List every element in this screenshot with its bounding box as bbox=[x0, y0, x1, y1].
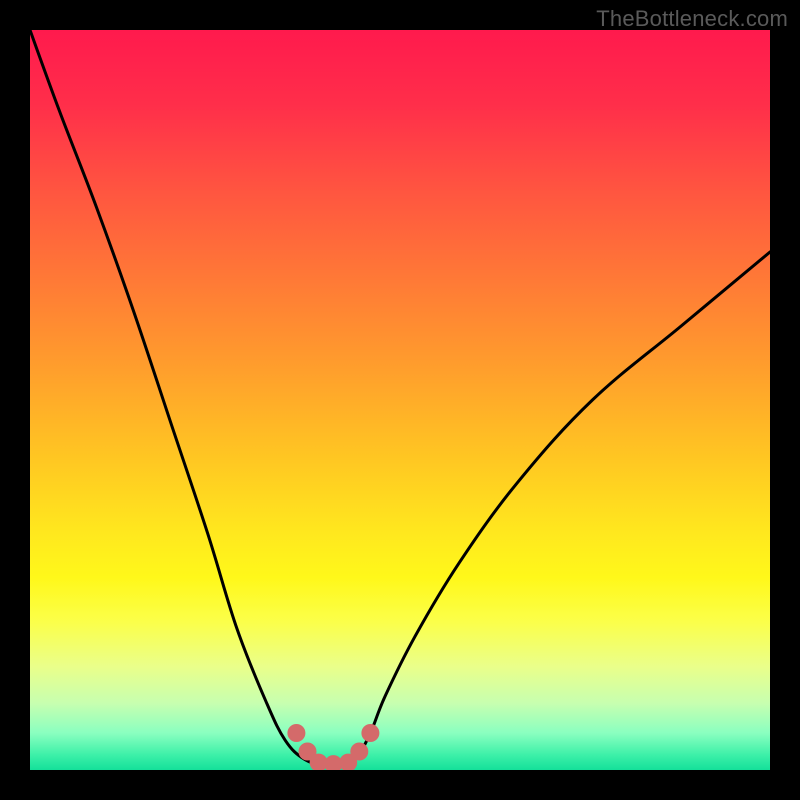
watermark-text: TheBottleneck.com bbox=[596, 6, 788, 32]
marker-flat-bottom-right-mid bbox=[350, 743, 368, 761]
bottleneck-curve bbox=[30, 30, 770, 767]
curve-svg bbox=[30, 30, 770, 770]
plot-area bbox=[30, 30, 770, 770]
chart-frame: TheBottleneck.com bbox=[0, 0, 800, 800]
marker-flat-bottom-left-end bbox=[287, 724, 305, 742]
marker-flat-bottom-right-end bbox=[361, 724, 379, 742]
bottom-markers bbox=[287, 724, 379, 770]
